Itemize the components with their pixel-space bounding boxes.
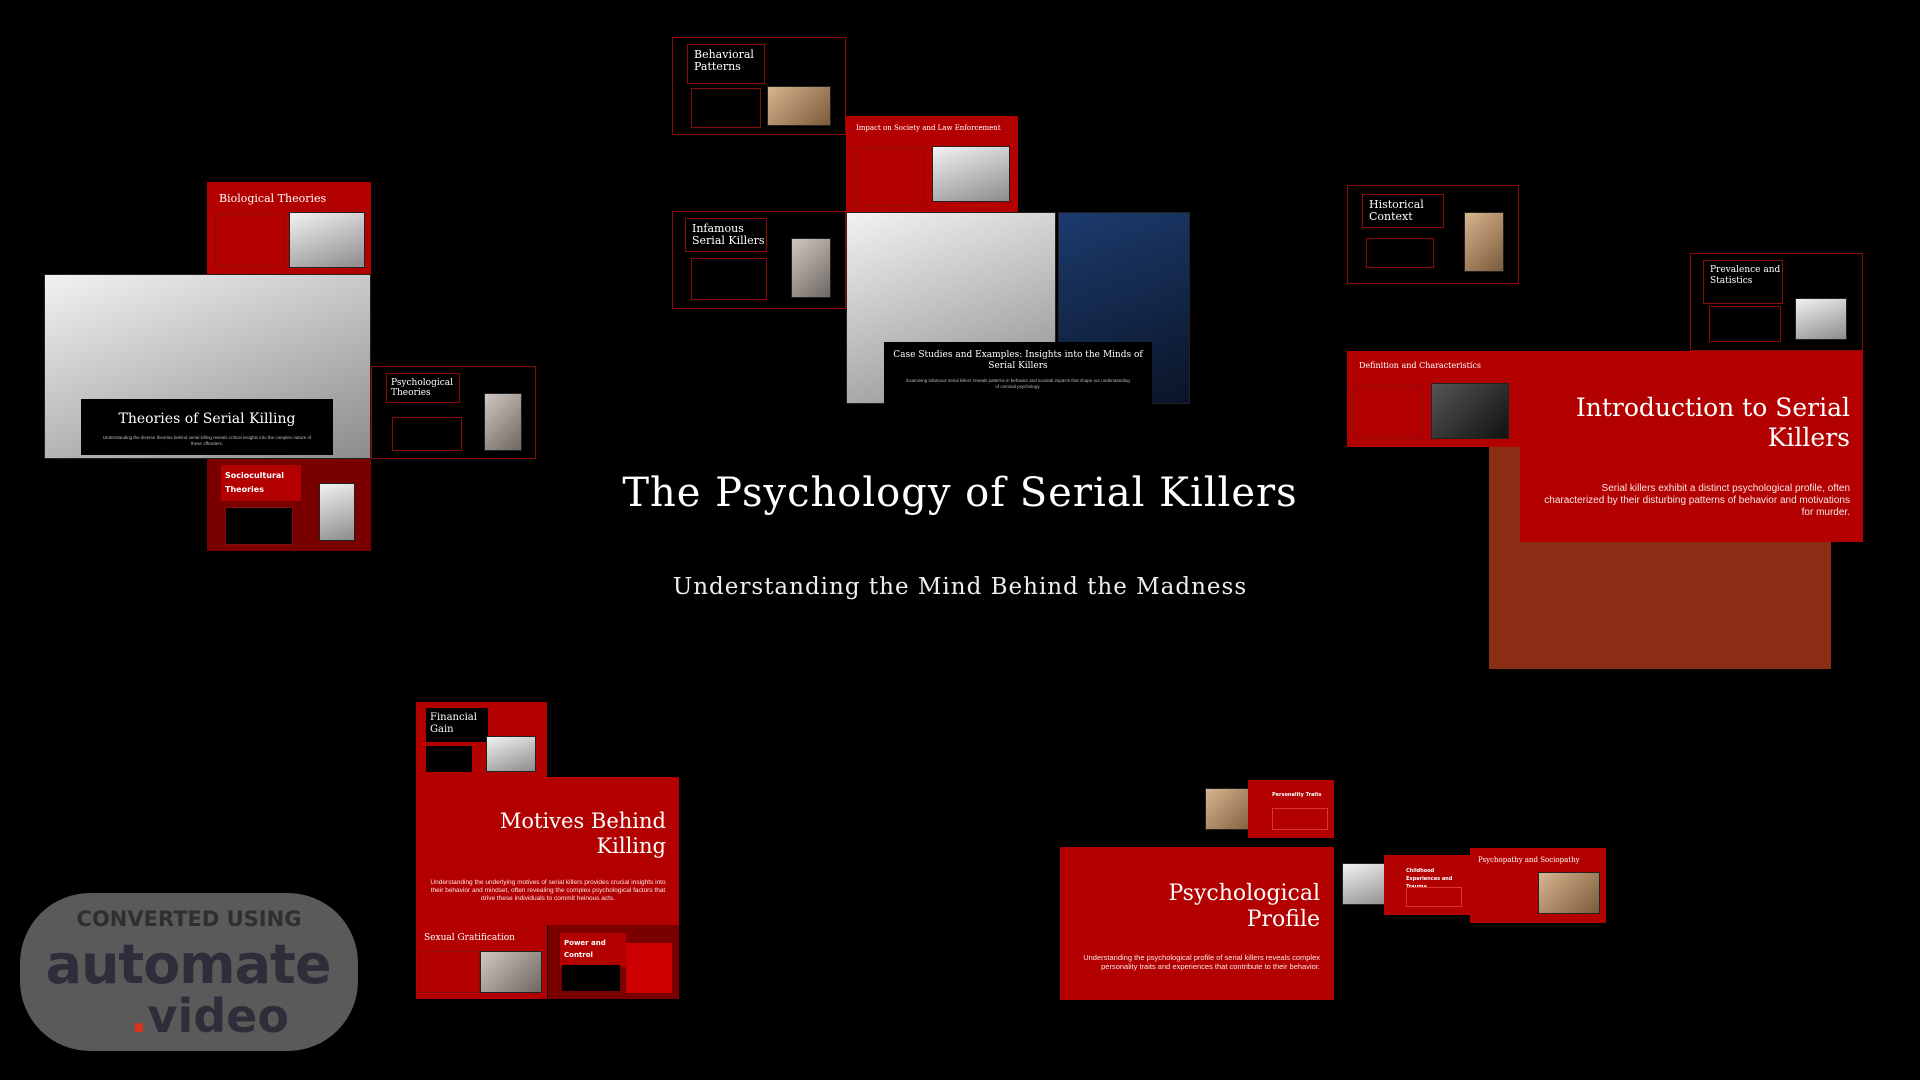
prevalence-title-box: Prevalence and Statistics — [1703, 260, 1783, 304]
psychological-profile-title: Psychological Profile — [1168, 881, 1320, 932]
behavioral-patterns-text-box — [691, 88, 761, 128]
watermark-line3: video — [147, 989, 289, 1043]
psychological-profile-frame[interactable]: Psychological Profile Understanding the … — [1060, 847, 1334, 1000]
historical-text-box — [1366, 238, 1434, 268]
financial-title-box: Financial Gain — [426, 708, 488, 742]
watermark-line1: CONVERTED USING — [76, 907, 302, 931]
sociocultural-title: Sociocultural Theories — [225, 471, 285, 494]
watermark-line2: automate — [45, 933, 332, 996]
psychopathy-frame[interactable]: Psychopathy and Sociopathy — [1470, 848, 1606, 923]
historical-image — [1464, 212, 1504, 272]
behavioral-patterns-frame[interactable]: Behavioral Patterns — [672, 37, 846, 135]
personality-traits-title: Personality Traits — [1272, 792, 1322, 798]
watermark-line3-wrap: .video — [130, 989, 289, 1043]
mugshots-image — [767, 86, 831, 126]
prevalence-frame[interactable]: Prevalence and Statistics — [1690, 253, 1863, 351]
historical-context-title: Historical Context — [1369, 198, 1424, 223]
psychological-theories-frame[interactable]: Psychological Theories — [371, 366, 536, 459]
impact-title: Impact on Society and Law Enforcement — [856, 124, 1001, 132]
behavioral-patterns-title: Behavioral Patterns — [694, 48, 754, 73]
theories-title: Theories of Serial Killing — [118, 411, 296, 427]
power-title-box: Power and Control — [560, 933, 626, 967]
financial-gain-frame[interactable]: Financial Gain — [416, 702, 547, 777]
theories-body: Understanding the diverse theories behin… — [102, 435, 312, 446]
sociocultural-text-box — [225, 507, 293, 545]
biological-theories-frame[interactable]: Biological Theories — [207, 182, 371, 274]
power-control-title: Power and Control — [564, 939, 606, 959]
watermark-badge: CONVERTED USING automate .video — [20, 893, 358, 1051]
power-image — [626, 943, 672, 993]
motives-title: Motives Behind Killing — [499, 809, 666, 858]
definition-title: Definition and Characteristics — [1359, 361, 1481, 370]
theories-caption-box: Theories of Serial Killing Understanding… — [81, 399, 333, 455]
biological-theories-title: Biological Theories — [219, 192, 327, 205]
psychological-theories-title: Psychological Theories — [391, 378, 453, 398]
prevalence-image — [1795, 298, 1847, 340]
infamous-title-box: Infamous Serial Killers — [685, 218, 767, 252]
power-text-box — [562, 965, 620, 991]
motives-frame[interactable]: Motives Behind Killing Understanding the… — [416, 777, 679, 925]
theories-of-serial-killing-frame[interactable]: Theories of Serial Killing Understanding… — [44, 274, 371, 459]
definition-image — [1431, 383, 1509, 439]
financial-image — [486, 736, 536, 772]
definition-frame[interactable]: Definition and Characteristics — [1347, 351, 1520, 447]
case-studies-title: Case Studies and Examples: Insights into… — [893, 350, 1143, 371]
psych-theories-title-box: Psychological Theories — [386, 373, 460, 403]
watermark-dot: . — [130, 989, 148, 1043]
psych-theories-image — [484, 393, 522, 451]
historical-title-box: Historical Context — [1362, 194, 1444, 228]
biological-text-box — [215, 214, 285, 266]
case-studies-body: Examining infamous serial killers reveal… — [906, 378, 1130, 389]
sociocultural-theories-frame[interactable]: Sociocultural Theories — [207, 459, 371, 551]
psych-theories-text-box — [392, 417, 462, 451]
motives-body: Understanding the underlying motives of … — [430, 879, 666, 902]
case-studies-caption-box: Case Studies and Examples: Insights into… — [884, 342, 1152, 404]
introduction-frame[interactable]: Introduction to Serial Killers Serial ki… — [1520, 351, 1863, 542]
introduction-title: Introduction to Serial Killers — [1575, 393, 1850, 452]
portrait-image — [791, 238, 831, 298]
mugshot-image — [932, 146, 1010, 202]
sexual-text-box — [420, 951, 480, 993]
power-control-frame[interactable]: Power and Control — [548, 925, 679, 999]
childhood-text-box — [1406, 887, 1462, 907]
psychological-profile-body: Understanding the psychological profile … — [1083, 953, 1320, 971]
personality-text-box — [1272, 808, 1328, 830]
prevalence-text-box — [1709, 306, 1781, 342]
sexual-gratification-title: Sexual Gratification — [424, 933, 515, 943]
psychopathy-image — [1538, 872, 1600, 914]
introduction-body: Serial killers exhibit a distinct psycho… — [1544, 483, 1850, 518]
impact-text-box — [854, 148, 924, 206]
historical-context-frame[interactable]: Historical Context — [1347, 185, 1519, 284]
sexual-image — [480, 951, 542, 993]
behavioral-patterns-title-box: Behavioral Patterns — [687, 44, 765, 84]
sexual-gratification-frame[interactable]: Sexual Gratification — [416, 925, 547, 999]
definition-text-box — [1353, 385, 1423, 439]
impact-frame[interactable]: Impact on Society and Law Enforcement — [846, 116, 1018, 212]
psychopathy-title: Psychopathy and Sociopathy — [1478, 856, 1580, 864]
personality-traits-frame[interactable]: Personality Traits — [1205, 780, 1334, 838]
infamous-text-box — [691, 258, 767, 300]
presentation-title: The Psychology of Serial Killers — [622, 470, 1298, 516]
financial-gain-title: Financial Gain — [430, 712, 477, 735]
infamous-killers-frame[interactable]: Infamous Serial Killers — [672, 211, 846, 309]
sociocultural-title-box: Sociocultural Theories — [221, 465, 301, 501]
financial-text-box — [426, 746, 472, 772]
infamous-title: Infamous Serial Killers — [692, 222, 765, 247]
psychopathy-text-box — [1476, 872, 1540, 916]
case-studies-frame[interactable]: Case Studies and Examples: Insights into… — [846, 212, 1190, 404]
prevalence-title: Prevalence and Statistics — [1710, 265, 1781, 286]
biological-portraits-image — [289, 212, 365, 268]
childhood-panel: Childhood Experiences and Trauma — [1384, 855, 1470, 915]
childhood-trauma-frame[interactable]: Childhood Experiences and Trauma — [1340, 855, 1470, 915]
presentation-subtitle: Understanding the Mind Behind the Madnes… — [672, 574, 1248, 600]
sociocultural-image — [319, 483, 355, 541]
personality-panel: Personality Traits — [1248, 780, 1334, 838]
